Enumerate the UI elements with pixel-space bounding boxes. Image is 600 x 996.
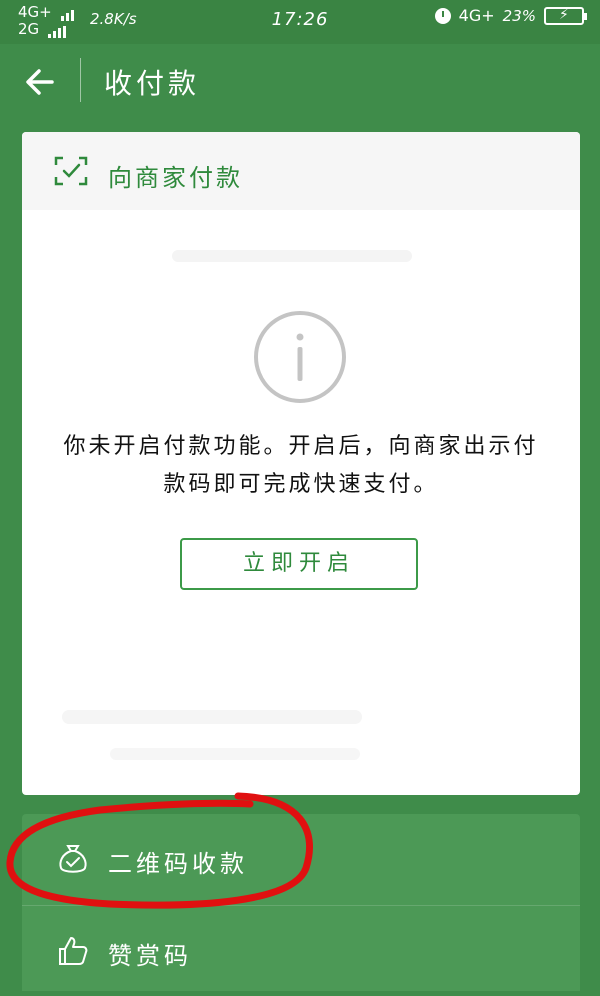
- money-bag-check-icon: [59, 845, 87, 873]
- arrow-left-icon: [26, 69, 54, 95]
- alarm-clock-icon: [434, 7, 451, 24]
- faded-placeholder: [62, 710, 362, 724]
- pay-merchant-card: 向商家付款 你未开启付款功能。开启后，向商家出示付款码即可完成快速支付。 立即开…: [22, 132, 580, 795]
- page-title: 收付款: [104, 67, 201, 100]
- battery-charging-icon: ⚡: [544, 6, 587, 25]
- faded-placeholder: [110, 748, 360, 760]
- list-item-label: 二维码收款: [108, 850, 248, 878]
- info-circle-icon: [254, 311, 346, 403]
- back-button[interactable]: [22, 64, 58, 100]
- status-bar: 4G+ 2G 2.8K/s 17:26 4G+ 23% ⚡: [0, 0, 600, 44]
- title-bar: 收付款: [0, 44, 600, 120]
- bottom-list: 二维码收款 赞赏码: [22, 814, 580, 991]
- scan-check-icon: [54, 156, 88, 186]
- list-item-reward-code[interactable]: 赞赏码: [22, 906, 580, 996]
- thumbs-up-icon: [59, 937, 88, 965]
- faded-placeholder: [172, 250, 412, 262]
- list-item-label: 赞赏码: [108, 942, 192, 970]
- enable-now-button[interactable]: 立即开启: [180, 538, 418, 590]
- card-header-label: 向商家付款: [108, 164, 243, 192]
- title-divider: [80, 58, 81, 102]
- card-header[interactable]: 向商家付款: [22, 132, 580, 210]
- list-item-qr-receive[interactable]: 二维码收款: [22, 814, 580, 904]
- battery-percent: 23%: [502, 6, 536, 25]
- notice-text: 你未开启付款功能。开启后，向商家出示付款码即可完成快速支付。: [63, 434, 539, 497]
- network-right-label: 4G+: [458, 6, 495, 25]
- status-right: 4G+ 23% ⚡: [434, 6, 587, 25]
